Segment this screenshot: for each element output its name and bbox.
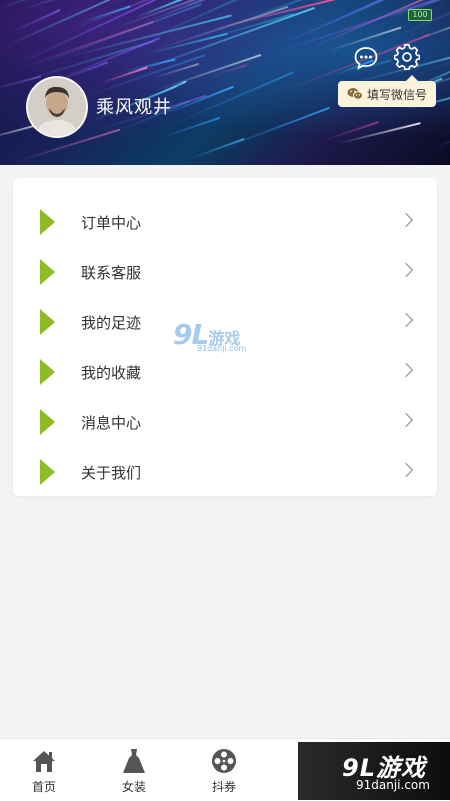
- chevron-right-icon: [398, 362, 414, 378]
- chevron-right-icon: [398, 312, 414, 328]
- menu-item-label: 联系客服: [81, 264, 142, 282]
- wechat-icon: [347, 88, 363, 100]
- avatar-image: [28, 78, 86, 136]
- menu-item-orders[interactable]: 订单中心: [13, 197, 437, 247]
- menu-bullet-icon: [40, 309, 55, 335]
- username: 乘风观井: [96, 97, 172, 118]
- menu-bullet-icon: [40, 259, 55, 285]
- light-streak: [163, 117, 221, 139]
- light-streak: [11, 8, 61, 33]
- fill-wechat-label: 填写微信号: [366, 87, 427, 102]
- menu-bullet-icon: [40, 409, 55, 435]
- fill-wechat-button[interactable]: 填写微信号: [338, 75, 436, 107]
- menu-item-favorites[interactable]: 我的收藏: [13, 347, 437, 397]
- menu-item-label: 关于我们: [81, 464, 142, 482]
- settings-button[interactable]: [393, 43, 421, 71]
- tab-home-label: 首页: [31, 780, 56, 794]
- brand-site: 91danji.com: [356, 778, 430, 792]
- light-streak: [222, 106, 330, 149]
- menu-item-customer-service[interactable]: 联系客服: [13, 247, 437, 297]
- menu-item-label: 订单中心: [81, 214, 142, 232]
- chat-bubble-icon: [354, 47, 378, 70]
- film-reel-icon: [212, 749, 236, 773]
- chevron-right-icon: [398, 262, 414, 278]
- watermark: 9L游戏 91danji.com: [173, 318, 246, 353]
- watermark-site: 91danji.com: [197, 344, 247, 353]
- tab-coupons[interactable]: 抖券: [194, 739, 254, 801]
- menu-bullet-icon: [40, 359, 55, 385]
- chevron-right-icon: [398, 462, 414, 478]
- menu-item-label: 我的收藏: [81, 364, 142, 382]
- light-streak: [434, 109, 450, 149]
- menu-bullet-icon: [40, 209, 55, 235]
- menu-item-label: 消息中心: [81, 414, 142, 432]
- menu-item-label: 我的足迹: [81, 314, 142, 332]
- gear-icon: [393, 43, 421, 71]
- menu-item-messages[interactable]: 消息中心: [13, 397, 437, 447]
- menu-bullet-icon: [40, 459, 55, 485]
- home-icon: [33, 751, 55, 772]
- tab-womens-clothing-label: 女装: [121, 780, 146, 794]
- chevron-right-icon: [398, 212, 414, 228]
- tab-home[interactable]: 首页: [14, 739, 74, 801]
- message-button[interactable]: [353, 45, 379, 71]
- light-streak: [439, 104, 450, 137]
- dress-icon: [123, 749, 145, 773]
- light-streak: [312, 0, 450, 48]
- tab-womens-clothing[interactable]: 女装: [104, 739, 164, 801]
- tab-coupons-label: 抖券: [211, 780, 236, 794]
- battery-indicator: 100: [408, 9, 432, 21]
- profile-header: 100 乘风观井 填写微信号: [0, 0, 450, 165]
- menu-item-about[interactable]: 关于我们: [13, 447, 437, 497]
- avatar[interactable]: [26, 76, 88, 138]
- brand-watermark-corner: 9L游戏 91danji.com: [298, 742, 450, 800]
- light-streak: [340, 121, 422, 144]
- chevron-right-icon: [398, 412, 414, 428]
